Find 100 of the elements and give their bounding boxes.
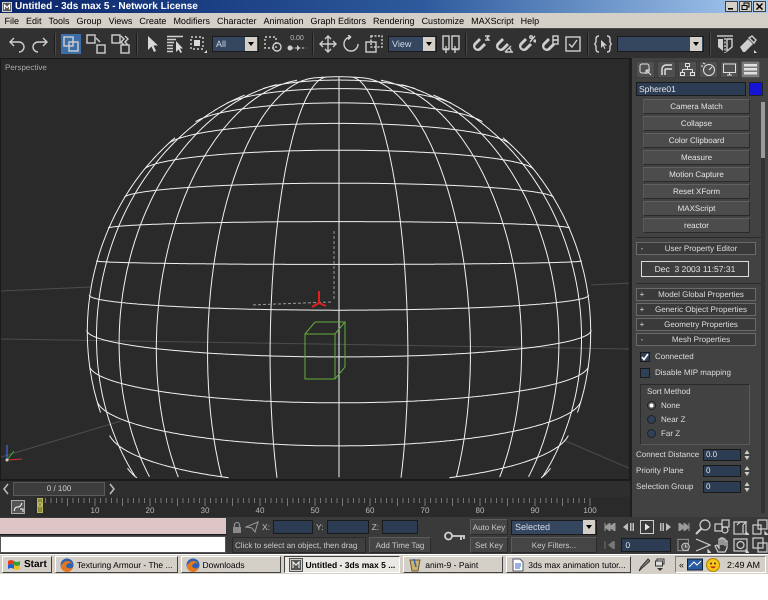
hierarchy-icon[interactable] (678, 61, 697, 78)
magnet-icon[interactable] (472, 34, 490, 52)
lock-icon[interactable] (232, 521, 242, 533)
cube-outline-icon[interactable] (733, 518, 749, 534)
arrowhead-outline-icon[interactable] (245, 521, 259, 533)
key-set-dropdown[interactable]: Selected (511, 520, 597, 534)
tray-expand-button[interactable]: « (678, 560, 684, 570)
rollout-header[interactable]: - Mesh Properties (636, 333, 756, 346)
redo-icon[interactable] (31, 34, 49, 52)
spinner-arrows-icon[interactable] (744, 464, 750, 476)
spinner-field[interactable]: 0 (703, 480, 741, 492)
taskbar-button[interactable]: Downloads (180, 556, 281, 573)
stacked-windows-icon[interactable] (654, 558, 665, 572)
listener-input-field[interactable] (0, 536, 226, 553)
menu-item[interactable]: Create (136, 14, 170, 26)
mirror-icon[interactable] (716, 34, 734, 52)
minimize-icon[interactable] (725, 1, 738, 12)
radio-button[interactable] (647, 414, 656, 424)
previous-frame-icon[interactable] (622, 523, 634, 531)
bent-pipe-icon[interactable] (657, 61, 676, 78)
rotate-icon[interactable] (342, 34, 360, 52)
time-slider-thumb[interactable]: 0 / 100 (13, 482, 105, 496)
utility-button[interactable]: MAXScript (643, 201, 750, 216)
utility-button[interactable]: Color Clipboard (643, 133, 750, 148)
chart-monitor-icon[interactable] (686, 558, 703, 572)
color-swatch-icon[interactable] (749, 82, 763, 96)
search-icon[interactable] (695, 518, 711, 534)
next-frame-icon[interactable] (660, 523, 672, 531)
time-slider-track[interactable]: 0 / 100 (0, 480, 630, 497)
list-cursor-icon[interactable] (166, 34, 184, 52)
object-name-field[interactable]: Sphere01 (636, 82, 746, 96)
eraser-icon[interactable] (739, 34, 757, 52)
auto-key-button[interactable]: Auto Key (470, 519, 508, 535)
coordinate-field[interactable] (326, 520, 369, 534)
coordinate-field[interactable] (382, 520, 418, 534)
undo-icon[interactable] (8, 34, 26, 52)
taskbar-button[interactable]: anim-9 - Paint (403, 556, 504, 573)
utility-button[interactable]: Reset XForm (643, 184, 750, 199)
dashed-rectangle-icon[interactable] (189, 34, 207, 52)
checkbox[interactable] (640, 352, 650, 362)
pivot-rectangles-icon[interactable] (442, 34, 460, 52)
hand-icon[interactable] (714, 536, 730, 552)
menu-item[interactable]: Edit (22, 14, 46, 26)
taskbar-button[interactable]: Untitled - 3ds max 5 ... (284, 556, 400, 573)
menu-item[interactable]: Tools (45, 14, 74, 26)
chevron-right-icon[interactable] (108, 483, 116, 495)
menu-item[interactable]: Modifiers (170, 14, 214, 26)
monitor-icon[interactable] (720, 61, 739, 78)
split-squares-icon[interactable] (86, 34, 106, 54)
smiley-icon[interactable] (706, 558, 720, 572)
skip-to-start-icon[interactable] (604, 523, 616, 531)
current-frame-field[interactable]: 0 (621, 538, 671, 552)
radio-button[interactable] (647, 428, 656, 438)
skip-to-end-icon[interactable] (678, 523, 690, 531)
taskbar-button[interactable]: Texturing Armour - The ... (54, 556, 178, 573)
menu-item[interactable]: Help (517, 14, 543, 26)
move-arrows-icon[interactable] (319, 34, 337, 52)
named-selection-dropdown[interactable] (617, 36, 704, 52)
radio-button[interactable] (647, 400, 656, 410)
squiggle-squares-icon[interactable] (111, 34, 131, 54)
circle-square-icon[interactable] (733, 536, 749, 552)
spinner-field[interactable]: 0.0 (703, 448, 741, 460)
utility-button[interactable]: reactor (643, 218, 750, 233)
rollout-header[interactable]: + Geometry Properties (636, 318, 756, 331)
spinner-arrows-icon[interactable] (744, 448, 750, 460)
close-icon[interactable] (753, 1, 766, 12)
chevron-left-icon[interactable] (2, 483, 10, 495)
coordinate-system-dropdown[interactable]: View (388, 36, 437, 52)
rollout-header[interactable]: + Model Global Properties (636, 288, 756, 301)
scale-squares-icon[interactable] (365, 34, 383, 52)
utility-button[interactable]: Camera Match (643, 99, 750, 114)
spinner-arrows-icon[interactable] (744, 480, 750, 492)
menu-item[interactable]: Customize (418, 14, 468, 26)
curve-icon[interactable] (10, 500, 24, 514)
braces-cursor-icon[interactable] (594, 34, 612, 52)
utility-button[interactable]: Measure (643, 150, 750, 165)
set-key-button[interactable]: Set Key (470, 537, 508, 553)
taskbar-button[interactable]: 3ds max animation tutor... (506, 556, 631, 573)
play-icon[interactable] (640, 520, 654, 534)
checked-square-icon[interactable] (564, 34, 582, 52)
clock-square-icon[interactable] (676, 538, 690, 552)
key-icon[interactable] (444, 530, 466, 540)
squares-circle-icon[interactable] (714, 518, 730, 534)
rollout-header[interactable]: - User Property Editor (636, 242, 756, 255)
utility-button[interactable]: Motion Capture (643, 167, 750, 182)
menu-item[interactable]: Graph Editors (307, 14, 370, 26)
restore-icon[interactable] (739, 1, 752, 12)
coordinate-field[interactable] (273, 520, 314, 534)
menu-item[interactable]: File (1, 14, 23, 26)
angle-icon[interactable] (695, 536, 711, 552)
dashed-circle-rectangle-icon[interactable] (264, 34, 282, 52)
viewport-label[interactable]: Perspective (5, 63, 47, 72)
menu-item[interactable]: Group (73, 14, 106, 26)
menu-item[interactable]: Views (105, 14, 136, 26)
utility-button[interactable]: Collapse (643, 116, 750, 131)
checkbox[interactable] (640, 368, 650, 378)
menu-item[interactable]: Animation (260, 14, 307, 26)
rounded-square-pointer-icon[interactable] (636, 61, 655, 78)
pen-icon[interactable] (638, 558, 650, 572)
rollout-header[interactable]: + Generic Object Properties (636, 303, 756, 316)
